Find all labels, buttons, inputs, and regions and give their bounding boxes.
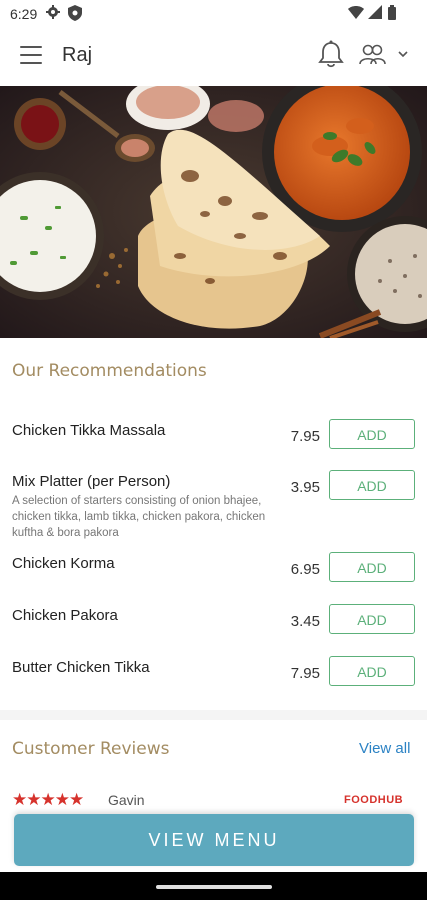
add-button[interactable]: ADD [329,419,415,449]
add-button[interactable]: ADD [329,552,415,582]
app-bar: Raj [0,28,427,87]
bell-icon[interactable] [318,40,344,68]
signal-icon [368,5,382,19]
battery-icon [388,5,396,20]
recommendations-title: Our Recommendations [12,361,207,381]
status-bar: 6:29 [0,0,427,28]
status-time: 6:29 [10,6,38,22]
item-price: 6.95 [290,561,320,578]
item-price: 3.45 [290,613,320,630]
item-name: Chicken Pakora [12,607,118,624]
item-price: 7.95 [290,665,320,682]
add-button[interactable]: ADD [329,604,415,634]
item-name: Chicken Tikka Massala [12,422,166,439]
rating-stars: ★★★★★ [12,790,84,808]
reviewer-name: Gavin [108,792,145,808]
item-description: A selection of starters consisting of on… [12,495,266,539]
item-name: Chicken Korma [12,555,115,572]
item-price: 7.95 [290,428,320,445]
add-button[interactable]: ADD [329,656,415,686]
restaurant-title: Raj [62,44,93,66]
system-nav-bar [0,872,427,900]
hamburger-menu-icon[interactable] [20,46,42,66]
item-name: Mix Platter (per Person) [12,473,171,490]
users-icon [359,44,408,65]
review-source-logo: FOODHUB [344,794,404,806]
wifi-icon [348,6,364,19]
item-price: 3.95 [290,479,320,496]
view-menu-button[interactable]: VIEW MENU [14,814,414,866]
add-button[interactable]: ADD [329,470,415,500]
item-name: Butter Chicken Tikka [12,659,150,676]
account-switcher[interactable] [358,42,410,71]
chevron-down-icon [398,51,408,58]
view-all-link[interactable]: View all [359,740,410,757]
hero-food-image [0,86,427,338]
home-gesture-handle[interactable] [156,885,272,889]
section-divider [0,710,427,720]
settings-status-icon [46,5,60,19]
reviews-title: Customer Reviews [12,739,170,759]
shield-status-icon [68,5,82,21]
review-item: ★★★★★ Gavin FOODHUB [0,786,427,808]
